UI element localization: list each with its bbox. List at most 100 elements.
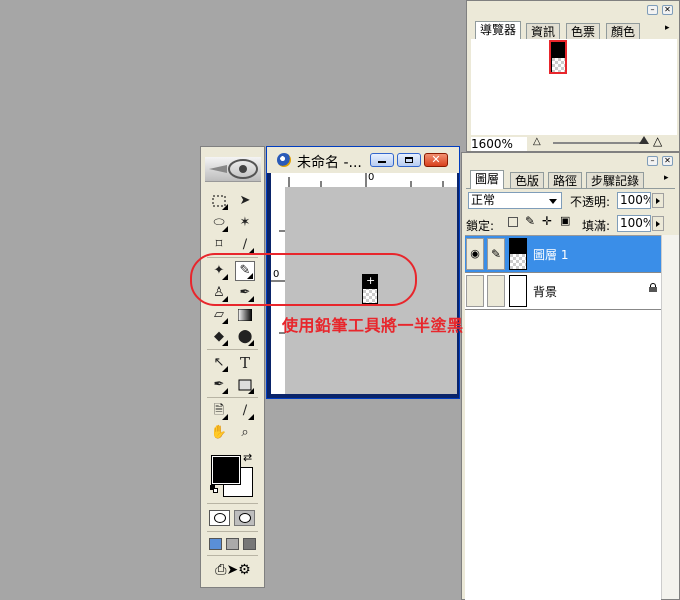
opacity-label: 不透明: [570,195,611,209]
crop-tool-icon[interactable]: ⌑ [209,235,229,255]
document-title: 未命名 -... [297,155,362,171]
notes-tool-icon[interactable]: 🗎 [209,401,229,421]
magic-wand-tool-icon[interactable]: ✶ [235,213,255,233]
minimize-button[interactable] [370,153,394,167]
brush-link-icon[interactable]: ✎ [487,238,505,270]
tab-channels[interactable]: 色版 [510,172,545,188]
panel-minimize-button[interactable]: – [647,156,658,166]
annotation-text: 使用鉛筆工具將一半塗黑 [282,316,464,335]
zoom-in-icon[interactable]: △ [653,134,662,148]
healing-brush-tool-icon[interactable]: ✦ [209,261,229,281]
layer-1-thumbnail [509,238,527,270]
eye-visibility-icon[interactable]: ◉ [466,238,484,270]
swap-colors-icon[interactable]: ⇄ [243,451,252,464]
background-thumbnail [509,275,527,307]
panel-minimize-button[interactable]: – [647,5,658,15]
navigator-tabs: 導覽器 資訊 色票 顏色 [471,21,675,40]
tab-navigator[interactable]: 導覽器 [475,21,522,40]
lock-transparent-pixels-icon[interactable] [508,217,518,227]
layers-tabs: 圖層 色版 路徑 步驟記錄 [466,170,675,189]
panel-close-button[interactable]: ✕ [662,156,673,166]
maximize-button[interactable] [397,153,421,167]
tab-swatches[interactable]: 色票 [566,23,601,39]
rectangle-tool-icon[interactable] [235,375,255,395]
type-tool-icon[interactable]: T [235,353,255,373]
tab-color[interactable]: 顏色 [606,23,641,39]
full-screen-menu-mode-button[interactable] [226,538,239,550]
canvas-image[interactable]: + [362,274,378,304]
toolbox-divider [207,503,258,504]
zoom-tool-icon[interactable]: ⌕ [235,423,255,443]
hand-tool-icon[interactable]: ✋ [209,423,229,443]
tab-paths[interactable]: 路徑 [548,172,583,188]
photoshop-eye-logo-icon [209,159,258,179]
gradient-tool-icon[interactable] [235,305,255,325]
quick-mask-mode-button[interactable] [234,510,255,526]
eyedropper-tool-icon[interactable]: ∕ [235,401,255,421]
lock-all-icon[interactable]: ▣ [560,214,570,227]
lock-position-icon[interactable]: ✛ [542,214,552,228]
path-selection-tool-icon[interactable]: ↖ [209,353,229,373]
lock-image-pixels-icon[interactable]: ✎ [525,214,535,228]
panel-menu-arrow-icon[interactable]: ▸ [664,173,674,183]
zoom-slider[interactable] [553,142,643,144]
brush-link-icon[interactable] [487,275,505,307]
layer-name: 背景 [533,285,558,299]
zoom-slider-thumb[interactable] [639,136,649,144]
fill-field[interactable]: 100% [617,215,651,232]
marquee-tool-icon[interactable] [209,191,229,211]
horizontal-ruler-zero-label: 0 [368,172,375,183]
layer-row-layer-1[interactable]: ◉ ✎ 圖層 1 [465,236,661,273]
standard-mode-button[interactable] [209,510,230,526]
opacity-slider-button[interactable] [652,193,664,208]
standard-screen-mode-button[interactable] [209,538,222,550]
layer-row-background[interactable]: 背景 [465,273,661,310]
foreground-color-swatch[interactable] [211,455,241,485]
layers-panel: – ✕ 圖層 色版 路徑 步驟記錄 ▸ 正常 不透明: 100% 鎖定: ✎ ✛… [461,152,680,600]
default-colors-icon[interactable] [210,485,218,493]
navigator-preview[interactable] [471,39,677,135]
close-button[interactable]: ✕ [424,153,448,167]
clone-stamp-tool-icon[interactable]: ♙ [209,283,229,303]
toolbox-divider [207,257,258,258]
slice-tool-icon[interactable]: ∕ [235,235,255,255]
jump-to-imageready-icon[interactable]: ⎙➤⚙ [211,561,255,579]
history-brush-tool-icon[interactable]: ✒ [235,283,255,303]
blur-tool-icon[interactable]: ◆ [209,327,229,347]
pencil-tool-icon[interactable]: ✎ [235,261,255,281]
navigator-panel: – ✕ 導覽器 資訊 色票 顏色 ▸ 1600% △ △ [466,0,680,152]
eye-visibility-icon[interactable] [466,275,484,307]
document-titlebar[interactable]: 未命名 -... ✕ [267,147,459,173]
crosshair-cursor-icon: + [366,274,376,287]
tab-history[interactable]: 步驟記錄 [586,172,645,188]
document-window[interactable]: 未命名 -... ✕ 0 0 + [266,146,460,399]
move-tool-icon[interactable]: ➤ [235,191,255,211]
zoom-field[interactable]: 1600% [471,137,527,151]
vertical-ruler: 0 [271,187,286,394]
dodge-tool-icon[interactable]: ⬤ [235,327,255,347]
lasso-tool-icon[interactable]: ⬭ [209,213,229,233]
opacity-field[interactable]: 100% [617,192,651,209]
panel-close-button[interactable]: ✕ [662,5,673,15]
full-screen-mode-button[interactable] [243,538,256,550]
layers-scrollbar[interactable] [661,235,679,599]
toolbox-divider [207,555,258,556]
toolbox: ➤ ⬭ ✶ ⌑ ∕ ✦ ✎ ♙ ✒ ▱ ◆ ⬤ ↖ T ✒ 🗎 ∕ ✋ ⌕ ⇄ … [200,146,265,588]
navigator-view-frame[interactable] [549,40,567,74]
vertical-ruler-zero-label: 0 [273,269,280,280]
blend-mode-select[interactable]: 正常 [468,192,562,209]
panel-menu-arrow-icon[interactable]: ▸ [665,23,675,33]
horizontal-ruler: 0 [271,172,457,188]
fill-label: 填滿: [582,219,611,233]
canvas-area[interactable]: + [285,187,457,394]
tab-info[interactable]: 資訊 [526,23,561,39]
layer-name: 圖層 1 [533,248,569,262]
eraser-tool-icon[interactable]: ▱ [209,305,229,325]
fill-slider-button[interactable] [652,216,664,231]
tab-layers[interactable]: 圖層 [470,170,505,189]
layer-list: ◉ ✎ 圖層 1 背景 [465,235,661,600]
toolbox-logo[interactable] [205,157,261,182]
pen-tool-icon[interactable]: ✒ [209,375,229,395]
chevron-down-icon [549,199,557,204]
zoom-out-icon[interactable]: △ [533,136,541,147]
